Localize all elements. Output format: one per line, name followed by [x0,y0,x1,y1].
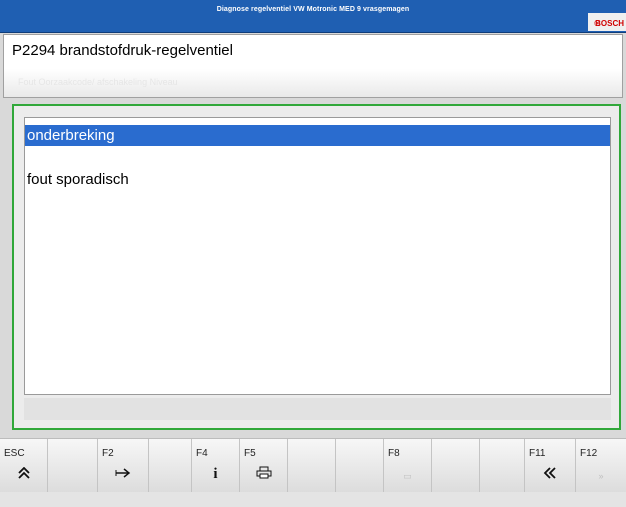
arrow-right-icon [98,466,148,483]
title-bar: Diagnose regelventiel VW Motronic MED 9 … [0,0,626,33]
f11-key-label: F11 [529,448,546,459]
esc-key-label: ESC [4,448,25,459]
fault-list: onderbreking fout sporadisch [24,117,611,395]
function-key-bar: ESC F2 F4 i F5 F8 ▭ F11 F12 » [0,438,626,493]
header-subtitle: Fout Oorzaakcode/ afschakeling Niveau [18,77,178,87]
f12-key-button[interactable]: F12 » [576,439,626,493]
disabled-icon: » [598,471,604,481]
empty-key-slot [288,439,336,493]
empty-key-slot [432,439,480,493]
print-icon [240,466,287,483]
esc-key-button[interactable]: ESC [0,439,48,493]
f5-key-button[interactable]: F5 [240,439,288,493]
window-title: Diagnose regelventiel VW Motronic MED 9 … [216,6,410,13]
f12-key-label: F12 [580,448,598,459]
f5-key-label: F5 [244,448,256,459]
empty-key-slot [480,439,525,493]
list-item-fout-sporadisch[interactable]: fout sporadisch [25,169,610,190]
status-area [24,398,611,420]
empty-key-slot [336,439,384,493]
brand-area: ◎ BOSCH [588,13,626,31]
f8-key-button[interactable]: F8 ▭ [384,439,432,493]
double-chevron-left-icon [525,466,575,483]
brand-name: BOSCH [595,19,624,28]
header-panel: P2294 brandstofdruk-regelventiel Fout Oo… [3,34,623,98]
f2-key-label: F2 [102,448,114,459]
bottom-strip [0,492,626,507]
info-icon: i [213,466,218,482]
empty-key-slot [48,439,98,493]
f11-key-button[interactable]: F11 [525,439,576,493]
fault-list-frame: onderbreking fout sporadisch [12,104,621,430]
fault-code-title: P2294 brandstofdruk-regelventiel [12,42,233,59]
disabled-icon: ▭ [403,471,412,481]
f2-key-button[interactable]: F2 [98,439,149,493]
double-chevron-up-icon [0,466,47,483]
f4-key-label: F4 [196,448,208,459]
f4-key-button[interactable]: F4 i [192,439,240,493]
f8-key-label: F8 [388,448,400,459]
empty-key-slot [149,439,192,493]
list-item-onderbreking[interactable]: onderbreking [25,125,610,146]
